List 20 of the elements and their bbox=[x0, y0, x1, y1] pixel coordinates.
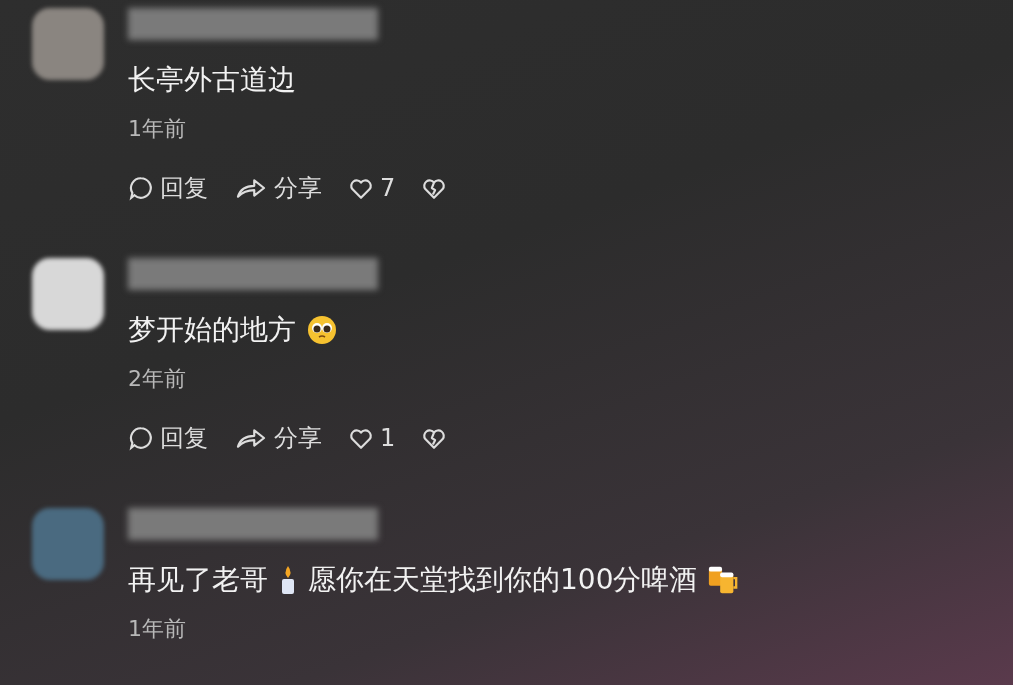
avatar-placeholder bbox=[32, 258, 104, 330]
avatar-placeholder bbox=[32, 8, 104, 80]
comment-time: 2年前 bbox=[128, 365, 187, 393]
like-button[interactable]: 1 bbox=[348, 424, 396, 452]
reply-button[interactable]: 回复 bbox=[128, 422, 208, 454]
comment-time: 1年前 bbox=[128, 115, 187, 143]
comment-text: 再见了老哥 bbox=[128, 562, 268, 598]
beer-mugs-emoji-icon bbox=[707, 564, 740, 596]
comment-text: 愿你在天堂找到你的100分啤酒 bbox=[308, 562, 698, 598]
comment-time: 1年前 bbox=[128, 615, 187, 643]
speech-bubble-icon bbox=[128, 425, 154, 451]
like-button[interactable]: 7 bbox=[348, 174, 396, 202]
avatar-placeholder bbox=[32, 508, 104, 580]
speech-bubble-icon bbox=[128, 175, 154, 201]
comment-text: 长亭外古道边 bbox=[128, 62, 296, 98]
share-button[interactable]: 分享 bbox=[234, 422, 322, 454]
share-button[interactable]: 分享 bbox=[234, 172, 322, 204]
pleading-face-emoji-icon bbox=[306, 314, 338, 346]
comment-text: 梦开始的地方 bbox=[128, 312, 296, 348]
reply-button[interactable]: 回复 bbox=[128, 172, 208, 204]
